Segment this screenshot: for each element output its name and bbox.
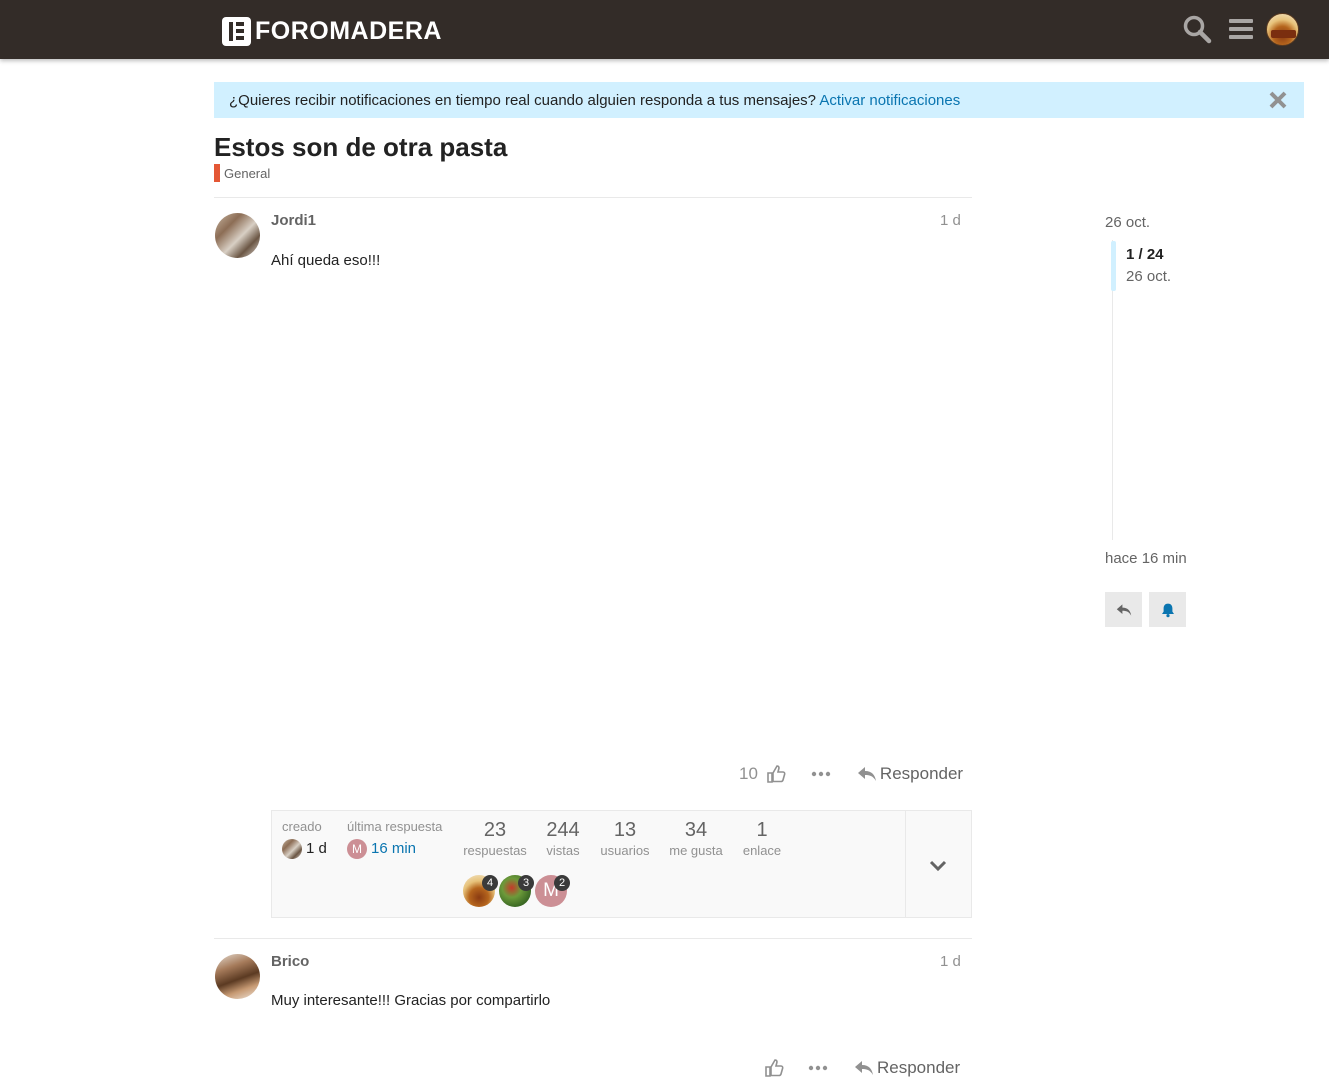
topic-map: creado 1 d última respuesta M 16 min 23 …: [271, 810, 972, 918]
stat-replies-label: respuestas: [463, 843, 527, 858]
stat-users-value: 13: [613, 819, 637, 841]
post-actions: Responder: [764, 1056, 960, 1080]
category-name: General: [224, 165, 271, 181]
stat-likes-label: me gusta: [669, 843, 723, 858]
hamburger-menu-icon[interactable]: [1226, 14, 1256, 44]
topic-title[interactable]: Estos son de otra pasta: [214, 132, 507, 163]
stat-views-value: 244: [546, 819, 580, 841]
reply-icon: [855, 1061, 873, 1075]
post-avatar[interactable]: [215, 213, 260, 258]
post-body: Ahí queda eso!!!: [271, 252, 381, 269]
more-options-icon[interactable]: [808, 1058, 828, 1078]
timeline-end-date[interactable]: hace 16 min: [1105, 550, 1187, 567]
notification-level-button[interactable]: [1149, 592, 1186, 627]
close-icon[interactable]: [1268, 90, 1288, 110]
reply-label: Responder: [879, 764, 964, 783]
participant-post-count: 3: [518, 875, 534, 891]
logo-icon: [222, 16, 251, 46]
search-icon[interactable]: [1182, 14, 1212, 44]
site-logo[interactable]: FOROMADERA: [222, 16, 442, 46]
stat-links-label: enlace: [742, 843, 782, 858]
last-reply-label: última respuesta: [347, 819, 443, 834]
stat-replies-value: 23: [483, 819, 507, 841]
last-reply-avatar[interactable]: M: [347, 839, 367, 859]
stat-likes-value: 34: [684, 819, 708, 841]
like-icon[interactable]: [764, 1058, 784, 1078]
reply-button[interactable]: Responder: [857, 764, 963, 784]
participant-post-count: 4: [482, 875, 498, 891]
timeline-handle[interactable]: [1111, 241, 1116, 291]
category-color-swatch: [214, 164, 220, 182]
divider: [214, 197, 972, 198]
timeline-position-date: 26 oct.: [1126, 268, 1172, 285]
enable-notifications-link[interactable]: Activar notificaciones: [819, 92, 960, 109]
reply-button[interactable]: Responder: [854, 1058, 960, 1078]
timeline-start-date[interactable]: 26 oct.: [1105, 214, 1150, 231]
post-username[interactable]: Jordi1: [271, 212, 316, 229]
participant-post-count: 2: [554, 875, 570, 891]
post-date[interactable]: 1 d: [940, 212, 961, 229]
user-avatar[interactable]: [1266, 13, 1299, 46]
more-options-icon[interactable]: [811, 764, 831, 784]
post-avatar[interactable]: [215, 954, 260, 999]
like-count[interactable]: 10: [739, 764, 758, 784]
stat-users-label: usuarios: [600, 843, 650, 858]
reply-icon: [1116, 603, 1131, 616]
stat-links-value: 1: [756, 819, 768, 841]
timeline-reply-button[interactable]: [1105, 592, 1142, 627]
created-value[interactable]: 1 d: [306, 840, 327, 857]
notification-banner: ¿Quieres recibir notificaciones en tiemp…: [214, 82, 1304, 118]
bell-icon: [1161, 603, 1174, 617]
divider: [214, 938, 972, 939]
timeline-position: 1 / 24: [1126, 246, 1164, 263]
chevron-down-icon[interactable]: [928, 855, 948, 875]
site-header: FOROMADERA: [0, 0, 1329, 59]
created-label: creado: [282, 819, 322, 834]
stat-views-label: vistas: [546, 843, 580, 858]
post-body: Muy interesante!!! Gracias por compartir…: [271, 992, 551, 1009]
divider: [905, 811, 906, 917]
like-icon[interactable]: [766, 764, 786, 784]
last-reply-value[interactable]: 16 min: [371, 840, 416, 857]
post-username[interactable]: Brico: [271, 953, 309, 970]
category-badge[interactable]: General: [214, 164, 270, 182]
post-actions: 10 Responder: [739, 762, 963, 786]
creator-avatar[interactable]: [282, 839, 302, 859]
logo-text: FOROMADERA: [255, 16, 442, 45]
banner-message: ¿Quieres recibir notificaciones en tiemp…: [229, 92, 816, 109]
reply-icon: [857, 767, 876, 781]
reply-label: Responder: [877, 1058, 961, 1077]
post-date[interactable]: 1 d: [940, 953, 961, 970]
